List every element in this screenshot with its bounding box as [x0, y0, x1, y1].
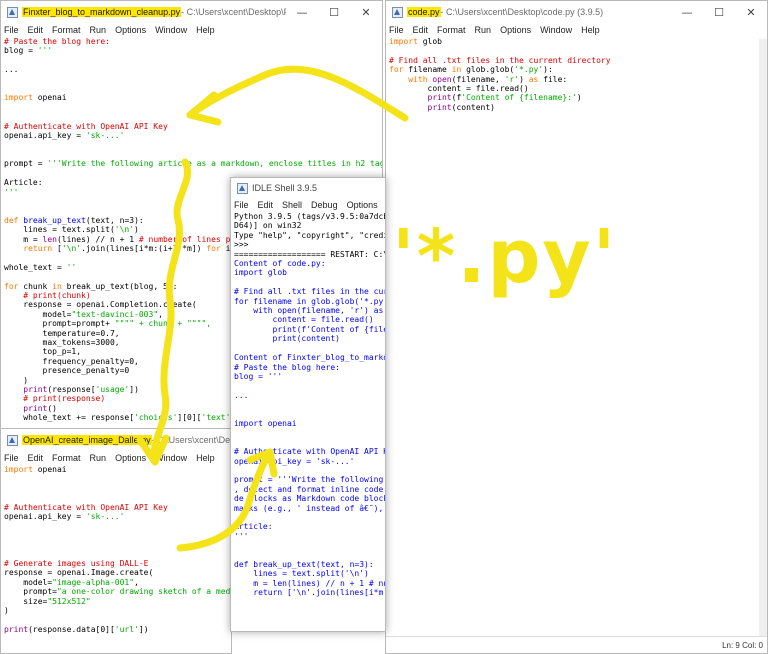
- menu-help[interactable]: Help: [196, 25, 215, 35]
- menu-window[interactable]: Window: [155, 25, 187, 35]
- menu-options[interactable]: Options: [115, 453, 146, 463]
- menu-format[interactable]: Format: [52, 453, 81, 463]
- close-button[interactable]: ✕: [350, 6, 382, 19]
- code-editor-window[interactable]: code.py - C:\Users\xcent\Desktop\code.py…: [385, 0, 768, 654]
- dalle-menubar: File Edit Format Run Options Window Help: [1, 451, 231, 465]
- status-bar: Ln: 9 Col: 0: [386, 636, 767, 653]
- menu-window[interactable]: Window: [540, 25, 572, 35]
- menu-window[interactable]: Window: [155, 453, 187, 463]
- dalle-path-title: - C:\Users\xcent\Desktop\Ope: [151, 435, 231, 445]
- idle-app-icon: [237, 182, 248, 194]
- vertical-scrollbar[interactable]: [759, 39, 767, 637]
- menu-run[interactable]: Run: [475, 25, 492, 35]
- dalle-editor-window[interactable]: OpenAI_create_image_Dalle.py - C:\Users\…: [0, 428, 232, 654]
- code-code-editor[interactable]: import glob # Find all .txt files in the…: [386, 37, 767, 112]
- idle-app-icon: [392, 6, 403, 18]
- shell-menubar: File Edit Shell Debug Options Wi: [231, 198, 385, 212]
- cursor-position: Ln: 9 Col: 0: [722, 640, 763, 650]
- code-file-title: code.py: [407, 7, 441, 17]
- menu-file[interactable]: File: [4, 25, 19, 35]
- menu-shell[interactable]: Shell: [282, 200, 302, 210]
- maximize-button[interactable]: ☐: [318, 6, 350, 19]
- code-path-title: - C:\Users\xcent\Desktop\code.py (3.9.5): [440, 7, 604, 17]
- menu-edit[interactable]: Edit: [258, 200, 274, 210]
- menu-format[interactable]: Format: [437, 25, 466, 35]
- menu-run[interactable]: Run: [90, 25, 107, 35]
- menu-options[interactable]: Options: [115, 25, 146, 35]
- menu-file[interactable]: File: [389, 25, 404, 35]
- dalle-titlebar[interactable]: OpenAI_create_image_Dalle.py - C:\Users\…: [1, 429, 231, 451]
- idle-shell-window[interactable]: IDLE Shell 3.9.5 File Edit Shell Debug O…: [230, 177, 386, 632]
- menu-edit[interactable]: Edit: [28, 453, 44, 463]
- menu-format[interactable]: Format: [52, 25, 81, 35]
- menu-file[interactable]: File: [4, 453, 19, 463]
- minimize-button[interactable]: —: [286, 6, 318, 19]
- blog-titlebar[interactable]: Finxter_blog_to_markdown_cleanup.py - C:…: [1, 1, 382, 23]
- menu-run[interactable]: Run: [90, 453, 107, 463]
- menu-help[interactable]: Help: [196, 453, 215, 463]
- blog-menubar: File Edit Format Run Options Window Help: [1, 23, 382, 37]
- close-button[interactable]: ✕: [735, 6, 767, 19]
- dalle-file-title: OpenAI_create_image_Dalle.py: [22, 435, 152, 445]
- shell-title: IDLE Shell 3.9.5: [252, 183, 318, 193]
- code-titlebar[interactable]: code.py - C:\Users\xcent\Desktop\code.py…: [386, 1, 767, 23]
- minimize-button[interactable]: —: [671, 6, 703, 19]
- idle-app-icon: [7, 434, 18, 446]
- menu-edit[interactable]: Edit: [28, 25, 44, 35]
- idle-app-icon: [7, 6, 18, 18]
- menu-options[interactable]: Options: [500, 25, 531, 35]
- shell-titlebar[interactable]: IDLE Shell 3.9.5: [231, 178, 385, 198]
- menu-debug[interactable]: Debug: [311, 200, 338, 210]
- menu-options[interactable]: Options: [347, 200, 378, 210]
- menu-help[interactable]: Help: [581, 25, 600, 35]
- code-menubar: File Edit Format Run Options Window Help: [386, 23, 767, 37]
- blog-file-title: Finxter_blog_to_markdown_cleanup.py: [22, 7, 182, 17]
- menu-edit[interactable]: Edit: [413, 25, 429, 35]
- maximize-button[interactable]: ☐: [703, 6, 735, 19]
- shell-output[interactable]: Python 3.9.5 (tags/v3.9.5:0a7dcbd D64)] …: [231, 212, 385, 598]
- menu-file[interactable]: File: [234, 200, 249, 210]
- dalle-code-editor[interactable]: import openai # Authenticate with OpenAI…: [1, 465, 231, 634]
